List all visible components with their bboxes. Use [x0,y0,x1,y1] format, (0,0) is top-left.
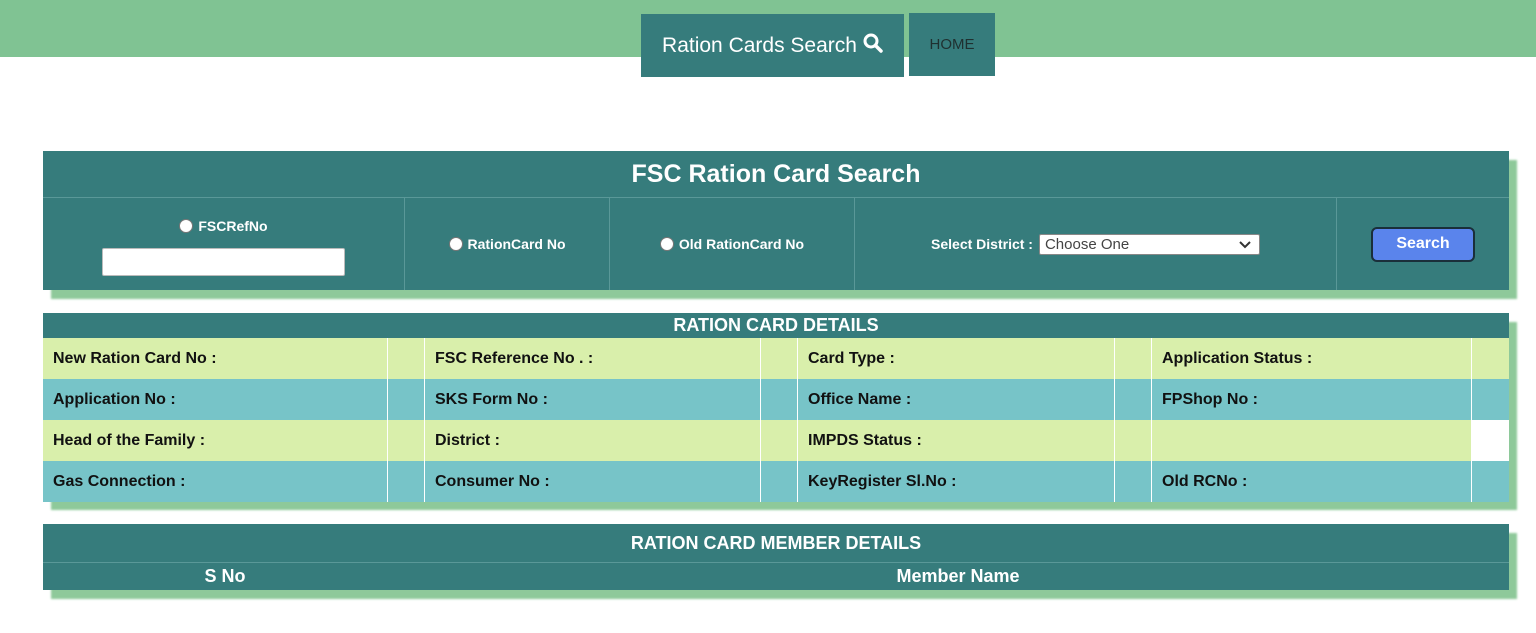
details-label: Office Name : [798,379,1115,420]
old-rationcard-label: Old RationCard No [678,236,805,252]
details-label: Application Status : [1152,338,1472,379]
details-label: Consumer No : [425,461,761,502]
district-select[interactable]: Choose One [1038,233,1260,255]
member-table-header: S No Member Name [43,563,1509,589]
details-label: District : [425,420,761,461]
search-panel: FSC Ration Card Search FSCRefNo RationCa… [43,151,1509,290]
details-label: New Ration Card No : [43,338,388,379]
details-value [388,338,425,379]
search-icon [863,33,883,59]
details-label: Gas Connection : [43,461,388,502]
details-row: New Ration Card No : FSC Reference No . :… [43,338,1509,379]
details-label: KeyRegister Sl.No : [798,461,1115,502]
details-label: IMPDS Status : [798,420,1115,461]
details-label: SKS Form No : [425,379,761,420]
search-panel-title: FSC Ration Card Search [43,151,1509,198]
details-label: FPShop No : [1152,379,1472,420]
nav-search-label: Ration Cards Search [662,33,857,57]
fscrefno-cell: FSCRefNo [43,198,405,290]
district-cell: Select District : Choose One [855,198,1337,290]
details-value [761,420,798,461]
details-value [1115,338,1152,379]
rationcard-radio[interactable] [448,237,463,251]
old-rationcard-cell: Old RationCard No [610,198,855,290]
details-label: FSC Reference No . : [425,338,761,379]
search-options-row: FSCRefNo RationCard No Old RationCard No… [43,198,1509,290]
member-details-panel: RATION CARD MEMBER DETAILS S No Member N… [43,524,1509,590]
search-button[interactable]: Search [1371,226,1475,262]
details-table: New Ration Card No : FSC Reference No . :… [43,338,1509,502]
details-value [388,461,425,502]
details-value [761,379,798,420]
district-selected-value: Choose One [1044,235,1130,253]
rationcard-label: RationCard No [467,236,566,252]
details-label: Application No : [43,379,388,420]
ration-card-details-panel: RATION CARD DETAILS New Ration Card No :… [43,313,1509,502]
fscrefno-input[interactable] [102,248,345,276]
col-sno-header: S No [204,565,246,586]
details-row: Application No : SKS Form No : Office Name… [43,379,1509,420]
nav-home[interactable]: HOME [909,13,995,76]
col-member-name-header: Member Name [896,565,1020,586]
ration-card-details-title: RATION CARD DETAILS [673,315,879,335]
district-label: Select District : [931,236,1033,252]
details-value [1115,420,1152,461]
chevron-down-icon [1239,236,1251,253]
details-value [1472,420,1509,461]
fscrefno-radio[interactable] [179,219,194,233]
details-label: Card Type : [798,338,1115,379]
old-rationcard-radio[interactable] [659,237,674,251]
details-value [388,420,425,461]
details-value [1472,338,1509,379]
details-value [1472,379,1509,420]
fscrefno-label: FSCRefNo [198,218,268,234]
details-value [388,379,425,420]
details-row: Head of the Family : District : IMPDS Stat… [43,420,1509,461]
details-label: Head of the Family : [43,420,388,461]
rationcard-cell: RationCard No [405,198,610,290]
details-value [1472,461,1509,502]
member-details-title: RATION CARD MEMBER DETAILS [43,524,1509,563]
details-value [761,461,798,502]
details-label [1152,420,1472,461]
details-value [1115,379,1152,420]
details-row: Gas Connection : Consumer No : KeyRegister… [43,461,1509,502]
details-label: Old RCNo : [1152,461,1472,502]
details-value [761,338,798,379]
details-value [1115,461,1152,502]
search-button-cell: Search [1337,198,1509,290]
nav-ration-cards-search[interactable]: Ration Cards Search [641,14,904,77]
